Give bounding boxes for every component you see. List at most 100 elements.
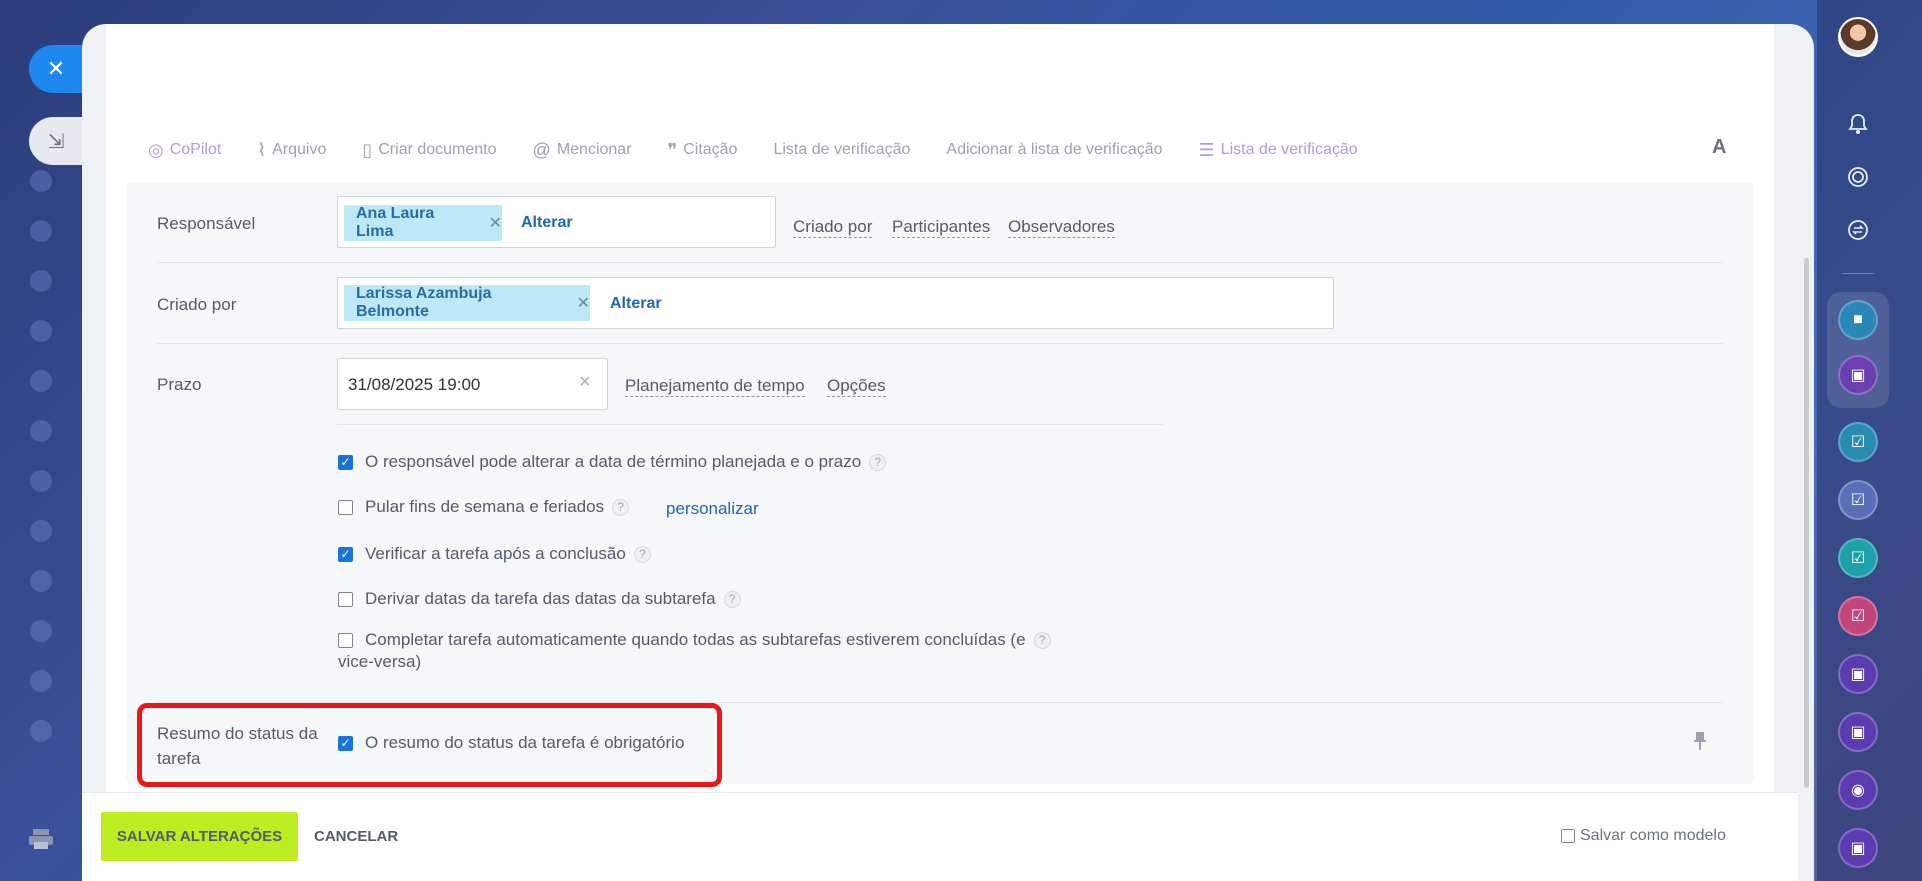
toolbar-item-label: Lista de verificação xyxy=(773,141,911,158)
checkbox[interactable] xyxy=(338,632,353,648)
option-auto-complete[interactable]: Completar tarefa automaticamente quando … xyxy=(338,630,1051,650)
option-label: Derivar datas da tarefa das datas da sub… xyxy=(365,589,716,608)
option-label-continuation: vice-versa) xyxy=(338,652,422,671)
chip-label: Larissa Azambuja Belmonte xyxy=(356,285,492,320)
background-dot xyxy=(30,520,52,542)
checklist-add-icon: ☰ xyxy=(1198,139,1215,160)
minimize-button[interactable]: ⇲ xyxy=(29,117,83,165)
toolbar-mention[interactable]: @ Mencionar xyxy=(533,140,632,161)
font-format-button[interactable]: A xyxy=(1712,136,1726,159)
toolbar-quote[interactable]: ❞ Citação xyxy=(668,140,738,161)
close-icon: ✕ xyxy=(46,56,66,81)
task-check-icon[interactable]: ☑ xyxy=(1838,480,1878,520)
save-changes-button[interactable]: SALVAR ALTERAÇÕES xyxy=(101,812,298,861)
at-icon: @ xyxy=(532,139,551,160)
background-dot xyxy=(30,570,52,592)
copilot-icon[interactable]: ◉ xyxy=(1838,770,1878,810)
copilot-icon: ◎ xyxy=(148,139,164,160)
divider xyxy=(157,262,1723,263)
change-created-by-link[interactable]: Alterar xyxy=(610,295,662,313)
customize-link[interactable]: personalizar xyxy=(666,499,759,519)
options-link[interactable]: Opções xyxy=(827,376,886,397)
checkbox[interactable] xyxy=(1561,829,1575,843)
background-dot xyxy=(30,670,52,692)
background-dot xyxy=(30,170,52,192)
checkbox-checked[interactable]: ✓ xyxy=(338,454,353,470)
toolbar-item-label: Criar documento xyxy=(378,141,497,158)
background-dot xyxy=(30,320,52,342)
responsible-chip[interactable]: Ana Laura Lima ✕ xyxy=(344,205,502,241)
checkbox[interactable] xyxy=(338,591,353,607)
toolbar-add-to-checklist[interactable]: Adicionar à lista de verificação xyxy=(946,141,1162,159)
divider xyxy=(337,424,1163,425)
document-icon: ▯ xyxy=(362,139,373,160)
contact-icon[interactable]: ▣ xyxy=(1838,828,1878,868)
cancel-button[interactable]: CANCELAR xyxy=(314,828,398,845)
option-label: Verificar a tarefa após a conclusão xyxy=(365,544,626,563)
change-responsible-link[interactable]: Alterar xyxy=(521,214,573,232)
background-dot xyxy=(30,220,52,242)
option-verify-after-completion[interactable]: ✓ Verificar a tarefa após a conclusão ? xyxy=(338,544,651,564)
deadline-label: Prazo xyxy=(157,375,202,394)
help-icon[interactable]: ? xyxy=(612,498,630,516)
task-check-icon[interactable]: ☑ xyxy=(1838,422,1878,462)
remove-icon[interactable]: ✕ xyxy=(577,293,590,313)
created-by-link[interactable]: Criado por xyxy=(793,217,873,238)
created-by-label: Criado por xyxy=(157,295,237,314)
toolbar-item-label: Lista de verificação xyxy=(1220,141,1358,158)
sidebar-divider xyxy=(1842,273,1874,274)
background-dot xyxy=(30,720,52,742)
help-icon[interactable]: ? xyxy=(633,545,651,563)
print-icon[interactable] xyxy=(28,828,54,850)
task-settings-panel xyxy=(126,182,1754,784)
responsible-label: Responsável xyxy=(157,214,256,233)
observers-link[interactable]: Observadores xyxy=(1008,217,1115,238)
created-by-chip[interactable]: Larissa Azambuja Belmonte ✕ xyxy=(344,285,590,321)
task-check-icon[interactable]: ☑ xyxy=(1838,596,1878,636)
participants-link[interactable]: Participantes xyxy=(892,217,991,238)
contact-icon[interactable]: ▣ xyxy=(1838,712,1878,752)
scrollbar[interactable] xyxy=(1804,258,1809,788)
minimize-icon: ⇲ xyxy=(47,130,65,153)
close-button[interactable]: ✕ xyxy=(29,45,83,93)
remove-icon[interactable]: ✕ xyxy=(489,213,502,233)
divider xyxy=(157,343,1723,344)
toolbar-item-label: Arquivo xyxy=(272,141,327,158)
help-icon[interactable]: ? xyxy=(869,453,887,471)
user-avatar[interactable] xyxy=(1838,17,1878,57)
option-responsible-change-deadline[interactable]: ✓ O responsável pode alterar a data de t… xyxy=(338,452,887,472)
option-derive-dates[interactable]: Derivar datas da tarefa das datas da sub… xyxy=(338,589,741,609)
option-skip-weekends[interactable]: Pular fins de semana e feriados ? xyxy=(338,497,630,517)
sync-icon[interactable] xyxy=(1840,212,1876,248)
background-dot xyxy=(30,270,52,292)
background-dot xyxy=(30,420,52,442)
copilot-icon[interactable] xyxy=(1840,159,1876,195)
toolbar-item-label: Adicionar à lista de verificação xyxy=(946,141,1163,158)
chip-label: Ana Laura Lima xyxy=(356,205,435,240)
background-dot xyxy=(30,470,52,492)
save-as-template-option[interactable]: Salvar como modelo xyxy=(1561,827,1726,845)
highlight-annotation xyxy=(137,703,722,787)
clear-date-icon[interactable]: × xyxy=(579,371,591,394)
checkbox-checked[interactable]: ✓ xyxy=(338,546,353,562)
toolbar-item-label: CoPilot xyxy=(169,141,222,158)
help-icon[interactable]: ? xyxy=(723,590,741,608)
toolbar-item-label: Citação xyxy=(683,141,738,158)
quote-icon: ❞ xyxy=(667,139,678,160)
checkbox[interactable] xyxy=(338,499,353,515)
toolbar-copilot[interactable]: ◎ CoPilot xyxy=(148,140,221,161)
toolbar-checklist[interactable]: Lista de verificação xyxy=(773,141,910,159)
toolbar-checklist-new[interactable]: ☰ Lista de verificação xyxy=(1199,140,1358,161)
bell-icon[interactable] xyxy=(1840,106,1876,142)
pin-icon[interactable] xyxy=(1693,731,1707,757)
save-as-template-label: Salvar como modelo xyxy=(1580,827,1726,844)
task-check-icon[interactable]: ☑ xyxy=(1838,538,1878,578)
bookmark-icon[interactable]: ■ xyxy=(1838,300,1878,340)
toolbar-file[interactable]: ⌇ Arquivo xyxy=(257,140,326,161)
toolbar-create-document[interactable]: ▯ Criar documento xyxy=(362,140,496,161)
editor-toolbar: ◎ CoPilot ⌇ Arquivo ▯ Criar documento @ … xyxy=(148,138,1394,162)
contact-icon[interactable]: ▣ xyxy=(1838,654,1878,694)
time-planning-link[interactable]: Planejamento de tempo xyxy=(625,376,805,397)
help-icon[interactable]: ? xyxy=(1033,631,1051,649)
contact-icon[interactable]: ▣ xyxy=(1838,355,1878,395)
